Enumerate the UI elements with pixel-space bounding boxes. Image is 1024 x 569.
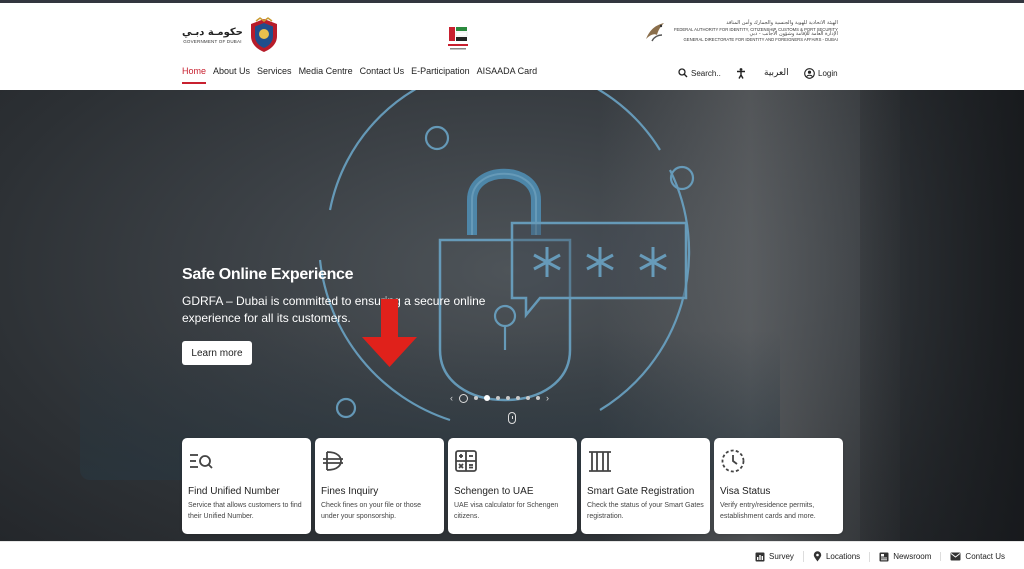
nav-about-us[interactable]: About Us <box>213 66 250 84</box>
accessibility-icon <box>737 68 745 79</box>
card-title: Smart Gate Registration <box>587 486 695 497</box>
chart-icon <box>755 552 765 561</box>
card-title: Visa Status <box>720 486 771 497</box>
login-label: Login <box>818 69 838 78</box>
card-description: UAE visa calculator for Schengen citizen… <box>454 502 559 520</box>
hero-background-shadow <box>860 90 1024 541</box>
mail-icon <box>950 552 961 561</box>
slider-dot[interactable] <box>526 396 530 400</box>
service-card-find-unified-number[interactable]: Find Unified Number Service that allows … <box>182 438 311 534</box>
card-description: Service that allows customers to find th… <box>188 502 302 520</box>
padlock-password-illustration <box>318 90 695 422</box>
search-list-icon <box>190 453 213 469</box>
language-label: العربية <box>764 68 789 78</box>
dubai-logo-arabic: حكومـة دبـي <box>182 26 243 38</box>
scroll-down-indicator-icon[interactable] <box>508 412 516 424</box>
nav-contact-us[interactable]: Contact Us <box>360 66 405 84</box>
card-description: Verify entry/residence permits, establis… <box>720 502 816 520</box>
nav-media-centre[interactable]: Media Centre <box>299 66 353 84</box>
uae-emblem-logo[interactable] <box>444 23 472 53</box>
survey-label: Survey <box>769 552 794 561</box>
slider-dot[interactable] <box>516 396 520 400</box>
falcon-emblem-icon <box>646 23 664 42</box>
card-title: Find Unified Number <box>188 486 280 497</box>
site-header: حكومـة دبـي GOVERNMENT OF DUBAI الهيئة ا… <box>0 3 1024 90</box>
dubai-logo-english: GOVERNMENT OF DUBAI <box>183 38 242 44</box>
search-label: Search.. <box>691 68 721 78</box>
nav-services[interactable]: Services <box>257 66 292 84</box>
service-card-schengen-to-uae[interactable]: Schengen to UAE UAE visa calculator for … <box>448 438 577 534</box>
search-button[interactable]: Search.. <box>678 68 721 78</box>
learn-more-button[interactable]: Learn more <box>182 341 252 365</box>
card-title: Schengen to UAE <box>454 486 534 497</box>
hero-title: Safe Online Experience <box>182 266 354 283</box>
nav-aisaada-card[interactable]: AISAADA Card <box>477 66 538 84</box>
card-description: Check fines on your file or those under … <box>321 502 421 520</box>
calculator-icon <box>455 449 477 472</box>
hero-slider-controls: ‹ › <box>450 393 549 403</box>
accessibility-button[interactable] <box>736 68 746 79</box>
language-switch[interactable]: العربية <box>764 68 789 78</box>
card-title: Fines Inquiry <box>321 486 379 497</box>
government-of-dubai-logo[interactable]: حكومـة دبـي GOVERNMENT OF DUBAI <box>182 17 281 53</box>
gdrfa-line-4: GENERAL DIRECTORATE FOR IDENTITY AND FOR… <box>683 37 838 43</box>
gate-icon <box>589 450 611 472</box>
contact-us-link[interactable]: Contact Us <box>940 552 1014 561</box>
contact-us-label: Contact Us <box>965 552 1005 561</box>
service-card-smart-gate-registration[interactable]: Smart Gate Registration Check the status… <box>581 438 710 534</box>
locations-label: Locations <box>825 552 861 561</box>
hero-description: GDRFA – Dubai is committed to ensuring a… <box>182 294 486 325</box>
newspaper-icon <box>879 552 889 561</box>
quick-services: Find Unified Number Service that allows … <box>182 438 843 534</box>
dirham-icon <box>323 450 343 471</box>
user-circle-icon <box>804 68 815 79</box>
bottom-quick-links-bar: Survey Locations Newsroom Contact Us <box>0 541 1024 569</box>
clock-icon <box>721 449 745 472</box>
gdrfa-logo[interactable]: الهيئة الاتحادية للهوية والجنسية والجمار… <box>642 19 838 45</box>
newsroom-link[interactable]: Newsroom <box>869 551 940 562</box>
slider-prev-icon[interactable]: ‹ <box>450 393 453 403</box>
service-card-fines-inquiry[interactable]: Fines Inquiry Check fines on your file o… <box>315 438 444 534</box>
survey-link[interactable]: Survey <box>746 552 803 562</box>
login-button[interactable]: Login <box>804 68 838 79</box>
slider-pause-icon[interactable] <box>459 393 468 403</box>
red-annotation-arrow-icon <box>362 299 417 367</box>
dubai-crest-icon <box>250 17 277 52</box>
slider-dot[interactable] <box>496 396 500 400</box>
slider-dot[interactable] <box>536 396 540 400</box>
search-icon <box>678 68 688 78</box>
nav-home[interactable]: Home <box>182 66 207 84</box>
location-pin-icon <box>813 551 822 562</box>
nav-e-participation[interactable]: E-Participation <box>411 66 470 84</box>
locations-link[interactable]: Locations <box>802 551 869 562</box>
slider-dot[interactable] <box>474 396 478 400</box>
slider-dot-active[interactable] <box>484 395 490 401</box>
main-navigation: Home About Us Services Media Centre Cont… <box>182 66 544 84</box>
newsroom-label: Newsroom <box>893 552 932 561</box>
service-card-visa-status[interactable]: Visa Status Verify entry/residence permi… <box>714 438 843 534</box>
card-description: Check the status of your Smart Gates reg… <box>587 502 704 520</box>
slider-next-icon[interactable]: › <box>546 393 549 403</box>
slider-dot[interactable] <box>506 396 510 400</box>
